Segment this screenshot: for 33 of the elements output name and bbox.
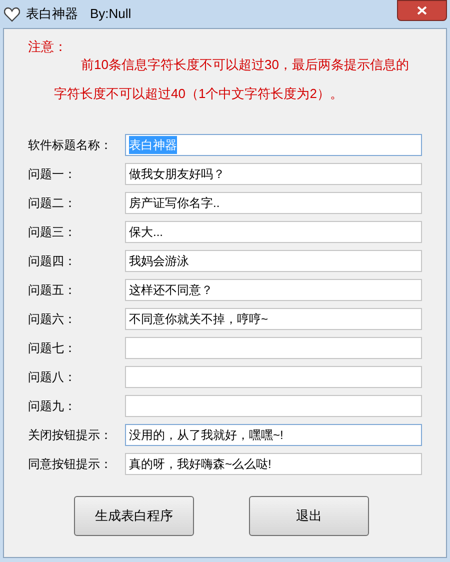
text-field[interactable]: 做我女朋友好吗？ [125,162,422,184]
window-author: By:Null [90,5,132,24]
field-label: 问题一： [28,166,77,182]
text-field[interactable]: 房产证写你名字.. [125,192,422,214]
notice-text: 前10条信息字符长度不可以超过30，最后两条提示信息的 [81,56,410,74]
field-label: 问题九： [28,398,77,414]
text-field[interactable] [125,336,422,358]
text-field[interactable]: 这样还不同意？ [125,278,422,300]
field-label: 问题七： [28,340,77,356]
notice-heading: 注意： [28,38,68,56]
text-field[interactable] [125,394,422,416]
field-label: 问题二： [28,194,77,212]
field-label: 关闭按钮提示： [28,426,113,444]
field-label: 问题三： [28,224,77,240]
text-field[interactable]: 不同意你就关不掉，哼哼~ [125,308,422,330]
field-label: 问题四： [28,252,77,270]
action-button[interactable]: 生成表白程序 [74,496,194,536]
text-field[interactable]: 真的呀，我好嗨森~么么哒! [125,452,422,474]
action-button[interactable]: 退出 [249,496,369,536]
field-label: 问题八： [28,368,77,386]
text-field[interactable]: 保大... [125,220,422,242]
text-field[interactable]: 我妈会游泳 [125,250,422,272]
notice-text: 字符长度不可以超过40（1个中文字符长度为2）。 [54,85,344,103]
text-field[interactable]: 没用的，从了我就好，嘿嘿~! [125,424,422,446]
field-label: 软件标题名称： [28,136,113,154]
heart-icon [4,6,20,22]
field-label: 同意按钮提示： [28,456,113,472]
field-label: 问题五： [28,282,77,298]
field-label: 问题六： [28,310,77,328]
window-title: 表白神器 [26,5,78,24]
close-icon [417,6,427,15]
close-button[interactable] [397,0,447,21]
text-field[interactable] [125,366,422,388]
